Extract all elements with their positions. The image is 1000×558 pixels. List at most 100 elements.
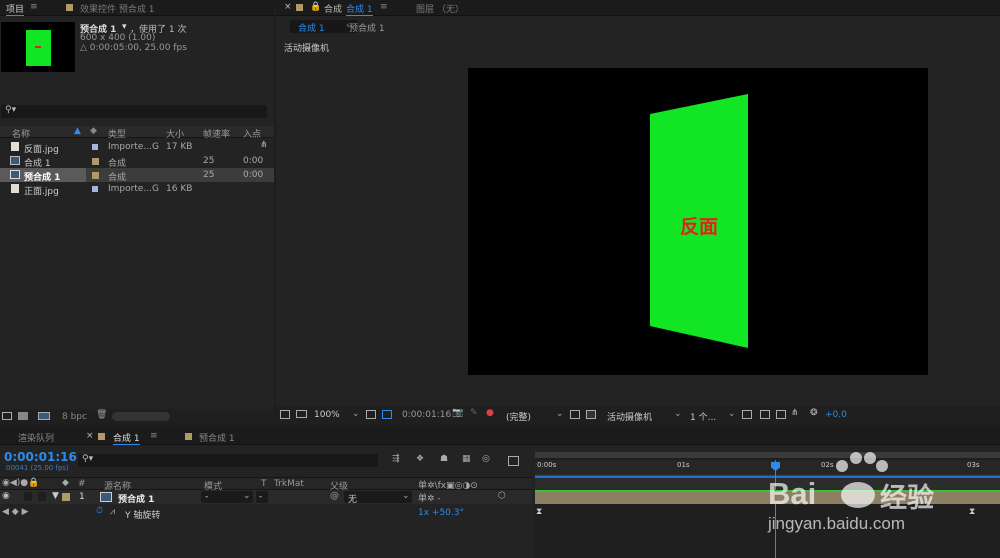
item-inpoint: 0:00 — [243, 156, 264, 166]
close-tab-icon[interactable]: × — [284, 2, 292, 12]
lock-icon[interactable]: 🔒 — [310, 2, 321, 12]
tab-render-queue[interactable]: 渲染队列 — [18, 431, 54, 444]
sort-ascending-icon[interactable]: ▲ — [74, 126, 81, 136]
item-duration: △ 0:00:05:00, 25.00 fps — [80, 43, 187, 53]
breadcrumb-precomp-1[interactable]: 预合成 1 — [349, 21, 385, 34]
horizontal-scrollbar[interactable] — [112, 412, 170, 421]
flowchart-icon[interactable]: ⋔ — [260, 140, 268, 150]
mode-select[interactable]: - ⌄ — [201, 491, 253, 503]
expand-triangle-icon[interactable]: ▼ — [52, 491, 59, 501]
new-composition-icon[interactable] — [38, 412, 50, 420]
column-name[interactable]: 名称 — [12, 127, 30, 140]
project-tabbar: 项目 ≡ 效果控件 预合成 1 — [0, 0, 274, 16]
timeline-timecode[interactable]: 0:00:01:16 — [4, 450, 77, 464]
column-fps[interactable]: 帧速率 — [203, 127, 230, 140]
monitor-icon[interactable] — [296, 410, 307, 418]
zoom-select[interactable]: 100% — [314, 410, 340, 420]
flowchart-icon[interactable]: ⋔ — [791, 408, 799, 418]
pick-whip-icon[interactable]: @ — [330, 491, 339, 501]
timeline-search-input[interactable]: ⚲▾ — [78, 454, 378, 467]
column-type[interactable]: 类型 — [108, 127, 126, 140]
color-channels-icon[interactable]: ● — [486, 408, 494, 418]
chevron-down-icon[interactable]: ⌄ — [556, 409, 564, 419]
timeline-tabbar: 渲染队列 × 合成 1 ≡ 预合成 1 — [0, 427, 1000, 445]
mask-visibility-icon[interactable] — [382, 410, 392, 419]
exposure-value[interactable]: +0.0 — [825, 410, 847, 420]
shy-layers-icon[interactable]: ☗ — [440, 454, 448, 464]
list-item[interactable]: 正面.jpg Importe...G 16 KB — [0, 182, 274, 197]
work-area-bar[interactable] — [535, 452, 1000, 458]
label-tag-icon: ◆ — [62, 478, 69, 488]
always-preview-icon[interactable] — [280, 410, 290, 419]
parent-select[interactable]: 无 ⌄ — [344, 491, 412, 505]
resolution-select[interactable]: (完整) — [506, 410, 531, 423]
close-tab-icon[interactable]: × — [86, 431, 94, 441]
hamburger-icon[interactable]: ≡ — [150, 431, 158, 441]
column-trkmat[interactable]: TrkMat — [274, 479, 304, 489]
tab-composition-label[interactable]: 合成 — [324, 2, 342, 15]
tab-effects-controls[interactable]: 效果控件 预合成 1 — [80, 2, 154, 15]
camera-snapshot-icon[interactable]: 📷 — [452, 408, 463, 418]
fast-previews-icon[interactable] — [760, 410, 770, 419]
keyframe-start-icon[interactable]: ⧗ — [536, 507, 542, 517]
list-item[interactable]: 合成 1 合成 25 0:00 — [0, 154, 274, 169]
item-size: 17 KB — [166, 142, 193, 152]
column-size[interactable]: 大小 — [166, 127, 184, 140]
comp-mini-flowchart-icon[interactable]: ⇶ — [392, 454, 400, 464]
chevron-down-icon[interactable]: ⌄ — [352, 409, 360, 419]
frame-blending-icon[interactable]: ▦ — [462, 454, 471, 464]
tab-composition-name[interactable]: 合成 1 — [346, 2, 373, 16]
safe-zones-icon[interactable] — [366, 410, 376, 419]
layer-name[interactable]: 预合成 1 — [118, 492, 154, 505]
breadcrumb-comp-1[interactable]: 合成 1 — [298, 21, 325, 34]
tab-comp-1[interactable]: 合成 1 — [113, 431, 140, 445]
3d-layer-icon[interactable]: ⬡ — [498, 491, 506, 501]
layer-switches[interactable]: 单✲ - — [418, 491, 441, 504]
toggle-pixel-aspect-icon[interactable] — [742, 410, 752, 419]
views-select[interactable]: 1 个... — [690, 410, 716, 423]
interpret-footage-icon[interactable] — [2, 412, 12, 420]
property-row[interactable]: ◀ ◆ ▶ ⏱ ⩘ Y 轴旋转 1x +50.3° — [0, 506, 532, 521]
label-tag-icon[interactable]: ◆ — [90, 126, 97, 136]
layer-column-header: ◉◀)●🔒 ◆ # 源名称 模式 T TrkMat 父级 单✲\fx▣◎◑⊙ — [0, 477, 532, 492]
region-of-interest-icon[interactable] — [570, 410, 580, 419]
lock-toggle[interactable] — [38, 492, 46, 501]
exposure-reset-icon[interactable]: ❂ — [810, 408, 818, 418]
list-item[interactable]: 反面.jpg Importe...G 17 KB ⋔ — [0, 140, 274, 155]
show-snapshot-icon[interactable]: ✎ — [470, 408, 478, 418]
composition-canvas[interactable]: 反面 — [468, 68, 928, 375]
trkmat-select[interactable]: - — [256, 491, 268, 503]
eye-icon[interactable]: ◉ — [2, 491, 10, 501]
project-column-header: 名称 ▲ ◆ 类型 大小 帧速率 入点 — [0, 126, 274, 140]
stopwatch-icon[interactable]: ⏱ — [96, 506, 103, 516]
tab-layer[interactable]: 图层 （无） — [416, 2, 464, 15]
graph-editor-icon[interactable] — [508, 456, 519, 466]
hamburger-icon[interactable]: ≡ — [380, 2, 388, 12]
camera-select[interactable]: 活动摄像机 — [607, 410, 652, 423]
list-item-selected[interactable]: 预合成 1 合成 25 0:00 — [0, 168, 274, 183]
transparency-grid-icon[interactable] — [586, 410, 596, 419]
property-value[interactable]: 1x +50.3° — [418, 508, 464, 518]
draft-3d-icon[interactable]: ❖ — [416, 454, 424, 464]
solo-toggle[interactable] — [24, 492, 32, 501]
chevron-down-icon[interactable]: ⌄ — [674, 409, 682, 419]
trash-icon[interactable]: 🗑 — [96, 410, 107, 420]
tab-project[interactable]: 项目 — [6, 2, 25, 16]
av-features-icons: ◉◀)●🔒 — [2, 478, 40, 488]
column-inpoint[interactable]: 入点 — [243, 127, 261, 140]
hamburger-icon[interactable]: ≡ — [30, 2, 38, 12]
timeline-icon[interactable] — [776, 410, 786, 419]
current-time-display[interactable]: 0:00:01:16 — [402, 410, 451, 420]
motion-blur-icon[interactable]: ◎ — [482, 454, 490, 464]
tab-precomp-1[interactable]: 预合成 1 — [199, 431, 235, 444]
column-t[interactable]: T — [261, 479, 267, 489]
layer-row[interactable]: ◉ ▼ 1 预合成 1 - ⌄ - @ 无 ⌄ 单✲ - ⬡ — [0, 490, 532, 505]
new-folder-icon[interactable] — [18, 412, 28, 420]
keyframe-nav-icons[interactable]: ◀ ◆ ▶ — [2, 507, 29, 517]
bit-depth-button[interactable]: 8 bpc — [62, 412, 87, 422]
dropdown-icon[interactable]: ▾ — [122, 22, 127, 32]
graph-icon[interactable]: ⩘ — [110, 507, 115, 517]
layer-label-color[interactable] — [62, 493, 70, 501]
chevron-down-icon[interactable]: ⌄ — [728, 409, 736, 419]
project-search-input[interactable]: ⚲▾ — [1, 105, 267, 118]
